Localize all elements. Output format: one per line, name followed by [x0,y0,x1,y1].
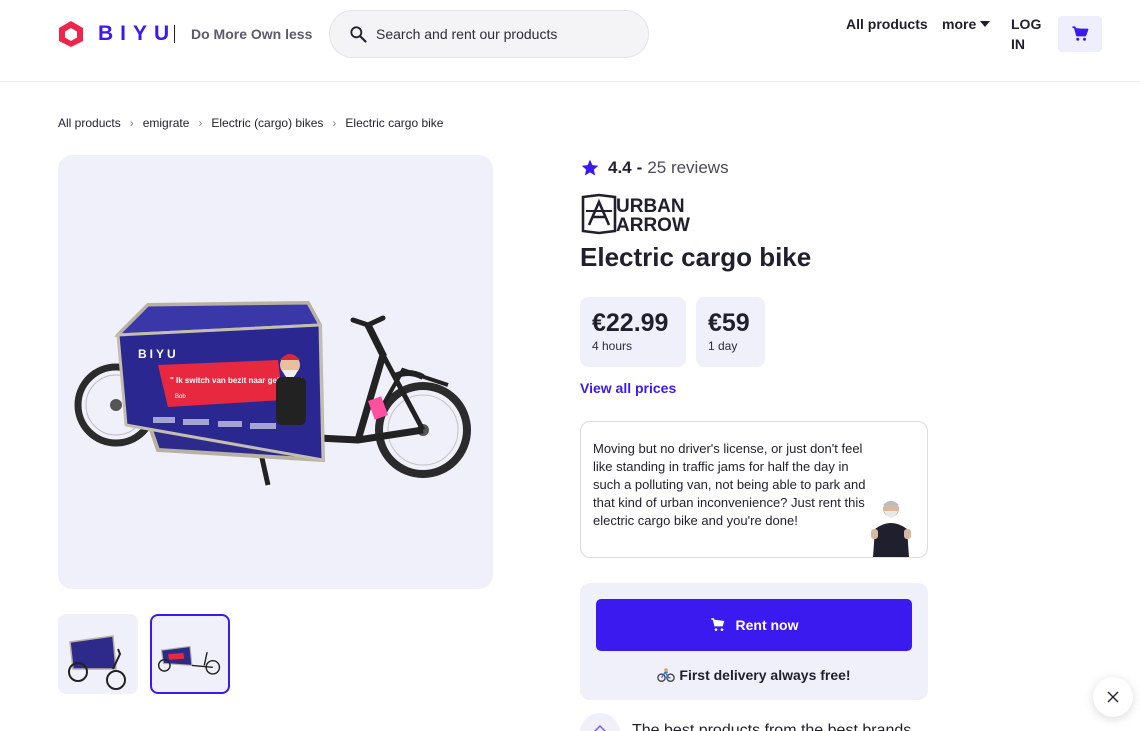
breadcrumb-separator-icon: › [332,116,337,130]
diamond-icon [593,725,607,731]
close-button[interactable] [1093,677,1133,717]
rent-now-button[interactable]: Rent now [596,599,912,651]
site-header: BIYU Do More Own less All products more … [0,0,1140,82]
logo-wordmark: BIYU [98,22,177,45]
review-count: 25 reviews [647,158,729,177]
price-period: 4 hours [592,339,633,353]
search-icon [350,26,367,43]
product-description: Moving but no driver's license, or just … [593,441,866,528]
brand-logo-line-2: ARROW [616,215,690,235]
brands-badge-icon [580,713,620,731]
cart-button[interactable] [1058,16,1102,52]
logo-divider [174,25,175,43]
price-option[interactable]: €22.99 4 hours [580,297,686,367]
cargo-bike-image: BIYU " Ik switch van bezit naar gebruik … [74,300,471,486]
breadcrumb-item[interactable]: emigrate [143,116,190,130]
star-icon [581,159,599,176]
rating-separator: - [636,158,643,177]
login-link[interactable]: LOG IN [1011,14,1045,54]
breadcrumb-item[interactable]: Electric (cargo) bikes [211,116,323,130]
tagline: Do More Own less [191,26,313,42]
product-title: Electric cargo bike [580,242,812,272]
view-all-prices-link[interactable]: View all prices [580,380,676,396]
hexagon-logo-icon [59,21,83,47]
product-thumbnail[interactable] [58,614,138,694]
breadcrumb-item-current[interactable]: Electric cargo bike [345,116,443,130]
nav-more-dropdown[interactable]: more [942,16,991,32]
thumbnail-image [68,635,126,690]
price-amount: €59 [708,309,750,337]
cart-icon [1072,26,1089,41]
brands-tagline: The best products from the best brands [632,722,912,731]
nav-more-label: more [942,16,977,32]
brand-logo-line-1: URBAN [616,196,685,217]
price-amount: €22.99 [592,309,669,337]
rent-panel: Rent now First delivery always free! [580,583,928,700]
thumbnail-image [157,645,221,675]
product-thumbnail-selected[interactable] [150,614,230,694]
delivery-note: First delivery always free! [580,667,928,683]
cart-icon [710,618,724,631]
rent-now-label: Rent now [735,617,799,633]
urban-arrow-brand-logo: URBAN ARROW [581,193,690,235]
box-brand-text: BIYU [138,347,179,361]
close-icon [1107,691,1119,703]
person-thumbs-up-illustration [871,501,911,557]
bicycle-icon [657,668,676,682]
product-main-image[interactable]: BIYU " Ik switch van bezit naar gebruik … [58,155,493,589]
rating-score: 4.4 [608,158,632,177]
breadcrumb-separator-icon: › [129,116,134,130]
breadcrumb: All products › emigrate › Electric (carg… [58,116,443,130]
product-rating[interactable]: 4.4 - 25 reviews [580,158,729,178]
biyu-logo[interactable]: BIYU [58,20,176,48]
product-description-box: Moving but no driver's license, or just … [580,421,928,558]
caret-down-icon [980,21,991,27]
search-input[interactable] [376,26,636,42]
nav-all-products[interactable]: All products [846,16,928,32]
box-quote-author: Bob [175,394,186,400]
breadcrumb-item[interactable]: All products [58,116,121,130]
search-bar[interactable] [329,10,649,58]
price-period: 1 day [708,339,738,353]
delivery-note-text: First delivery always free! [679,667,851,683]
price-option[interactable]: €59 1 day [696,297,765,367]
breadcrumb-separator-icon: › [198,116,203,130]
